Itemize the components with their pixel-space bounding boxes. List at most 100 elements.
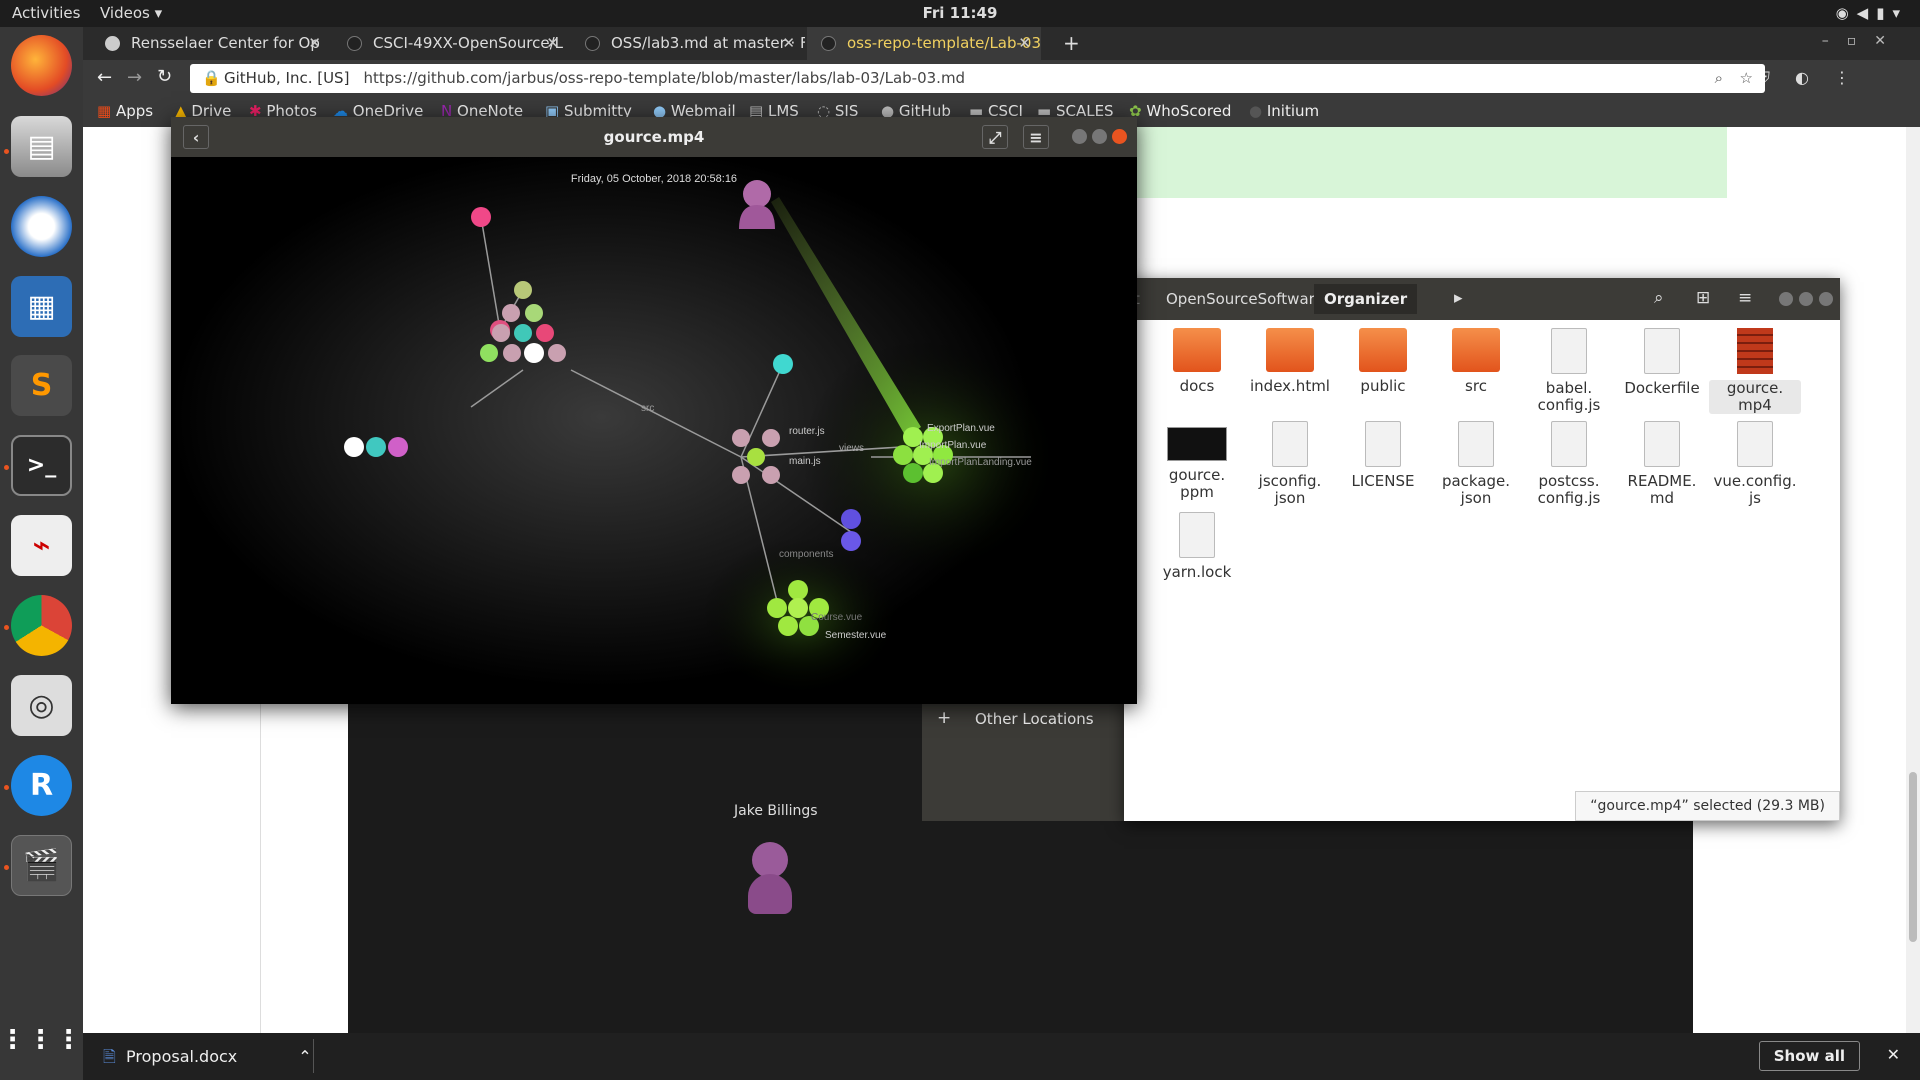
bookmark-label: Apps — [115, 102, 154, 120]
file-label: yarn.lock — [1162, 563, 1232, 581]
tab-rensselaer[interactable]: Rensselaer Center for Op ✕ — [91, 27, 331, 60]
file-label: babel. config.js — [1537, 379, 1601, 414]
initium-icon: ● — [1249, 102, 1263, 120]
divider — [313, 1039, 314, 1073]
file-item-src[interactable]: src — [1430, 328, 1522, 395]
file-item-postcss-config[interactable]: postcss. config.js — [1523, 421, 1615, 507]
file-nodes-left — [344, 437, 408, 457]
close-button[interactable] — [1819, 292, 1833, 306]
back-button[interactable]: ‹ — [183, 125, 209, 149]
fullscreen-icon[interactable]: ⤢ — [982, 125, 1008, 149]
maximize-button[interactable] — [1799, 292, 1813, 306]
close-icon[interactable]: ✕ — [546, 27, 559, 60]
file-item-vue-config[interactable]: vue.config. js — [1709, 421, 1801, 507]
address-bar[interactable]: 🔒 GitHub, Inc. [US] https://github.com/ja… — [190, 64, 1765, 93]
bookmark-apps[interactable]: ▦ Apps — [97, 102, 153, 120]
close-icon[interactable]: ✕ — [1887, 1045, 1900, 1064]
download-item[interactable]: 🗎 Proposal.docx ⌃ — [103, 1046, 312, 1073]
file-item-public[interactable]: public — [1337, 328, 1429, 395]
minimize-button[interactable] — [1779, 292, 1793, 306]
firefox-icon[interactable] — [11, 35, 72, 96]
text-file-icon — [1365, 421, 1401, 467]
show-all-button[interactable]: Show all — [1758, 1041, 1860, 1071]
forward-icon[interactable]: → — [127, 67, 142, 88]
bookmark-star-icon[interactable]: ☆ — [1740, 64, 1753, 93]
file-label: docs — [1179, 377, 1215, 395]
system-tray[interactable]: ◉◀▮▾ — [1836, 4, 1908, 22]
gource-visualization[interactable]: Friday, 05 October, 2018 20:58:16 src ro… — [171, 157, 1137, 704]
close-button[interactable] — [1112, 129, 1127, 144]
volume-icon: ◀ — [1856, 4, 1877, 22]
github-icon — [347, 36, 362, 51]
file-item-docs[interactable]: docs — [1151, 328, 1243, 395]
chrome-icon[interactable] — [11, 595, 72, 656]
file-label-import-plan: ImportPlan.vue — [919, 440, 987, 451]
file-manager-window: t OpenSourceSoftware-19u Organizer ▸ ⌕ ⊞… — [1124, 278, 1840, 821]
selection-status: “gource.mp4” selected (29.3 MB) — [1575, 791, 1840, 821]
search-icon[interactable]: ⌕ — [1654, 288, 1664, 308]
reload-icon[interactable]: ↻ — [157, 66, 172, 87]
file-item-gource-ppm[interactable]: gource. ppm — [1151, 421, 1243, 501]
tab-oss-lab3[interactable]: OSS/lab3.md at master · F ✕ — [571, 27, 805, 60]
file-label-router: router.js — [789, 426, 825, 437]
tab-oss-repo-template[interactable]: oss-repo-template/Lab-03 ✕ — [807, 27, 1041, 60]
file-item-jsconfig[interactable]: jsconfig. json — [1244, 421, 1336, 507]
tab-label: OSS/lab3.md at master · F — [611, 34, 805, 52]
file-label: src — [1465, 377, 1487, 395]
acrobat-icon[interactable]: ⌁ — [11, 515, 72, 576]
thunderbird-icon[interactable] — [11, 196, 72, 257]
dir-label-src: src — [641, 403, 654, 414]
file-manager-header: t OpenSourceSoftware-19u Organizer ▸ ⌕ ⊞… — [1124, 278, 1840, 320]
breadcrumb-next-icon[interactable]: ▸ — [1454, 288, 1463, 308]
menu-icon[interactable]: ≡ — [1023, 125, 1049, 149]
tab-csci[interactable]: CSCI-49XX-OpenSource/L ✕ — [333, 27, 569, 60]
file-item-readme[interactable]: README. md — [1616, 421, 1708, 507]
file-label-main: main.js — [789, 456, 821, 467]
close-icon[interactable]: ✕ — [782, 27, 795, 60]
back-icon[interactable]: ← — [97, 67, 112, 88]
new-tab-button[interactable]: + — [1063, 31, 1080, 55]
close-icon[interactable]: ✕ — [308, 27, 321, 60]
running-indicator — [4, 785, 9, 790]
tab-label: CSCI-49XX-OpenSource/L — [373, 34, 564, 52]
image-viewer-icon[interactable]: ▦ — [11, 276, 72, 337]
file-label: package. json — [1441, 472, 1511, 507]
bookmark-initium[interactable]: ● Initium — [1249, 102, 1319, 120]
file-item-babel-config[interactable]: babel. config.js — [1523, 328, 1615, 414]
file-node — [773, 354, 793, 374]
other-locations-label: Other Locations — [975, 710, 1094, 728]
minimize-button[interactable] — [1072, 129, 1087, 144]
file-label: index.html — [1250, 377, 1330, 395]
file-item-package-json[interactable]: package. json — [1430, 421, 1522, 507]
chevron-up-icon[interactable]: ⌃ — [298, 1047, 311, 1066]
folder-icon — [1359, 328, 1407, 372]
file-item-gource-mp4[interactable]: gource. mp4 — [1709, 328, 1801, 414]
file-label: public — [1360, 377, 1406, 395]
view-options-icon[interactable]: ⊞ — [1696, 288, 1710, 308]
clock[interactable]: Fri 11:49 — [0, 4, 1920, 22]
close-icon[interactable]: ✕ — [1018, 27, 1031, 60]
terminal-icon[interactable]: >_ — [11, 435, 72, 496]
zoom-icon[interactable]: ⌕ — [1715, 64, 1723, 93]
file-item-license[interactable]: LICENSE — [1337, 421, 1429, 490]
menu-icon[interactable]: ≡ — [1738, 288, 1752, 308]
rhythmbox-icon[interactable]: ◎ — [11, 675, 72, 736]
scrollbar-thumb[interactable] — [1909, 772, 1917, 942]
file-item-dockerfile[interactable]: Dockerfile — [1616, 328, 1708, 397]
sidebar-other-locations[interactable]: + Other Locations — [922, 700, 1148, 821]
plus-icon: + — [937, 708, 952, 728]
app-grid-icon[interactable]: ⋮⋮⋮ — [0, 1009, 82, 1070]
maximize-button[interactable] — [1092, 129, 1107, 144]
r-app-icon[interactable]: R — [11, 755, 72, 816]
extension-icons[interactable]: ⛨ ◐ ⋮ — [1758, 68, 1860, 88]
videos-icon[interactable]: 🎬 — [11, 835, 72, 896]
breadcrumb-current[interactable]: Organizer — [1314, 284, 1418, 314]
file-item-index-html[interactable]: index.html — [1244, 328, 1336, 395]
page-scrollbar[interactable] — [1906, 127, 1920, 1033]
window-controls[interactable]: –▫✕ — [1822, 33, 1904, 49]
site-identity: GitHub, Inc. [US] — [224, 69, 350, 87]
file-item-yarn-lock[interactable]: yarn.lock — [1151, 512, 1243, 581]
files-icon[interactable]: ▤ — [11, 116, 72, 177]
sublime-icon[interactable]: S — [11, 355, 72, 416]
bookmark-whoscored[interactable]: ✿ WhoScored — [1129, 102, 1231, 120]
